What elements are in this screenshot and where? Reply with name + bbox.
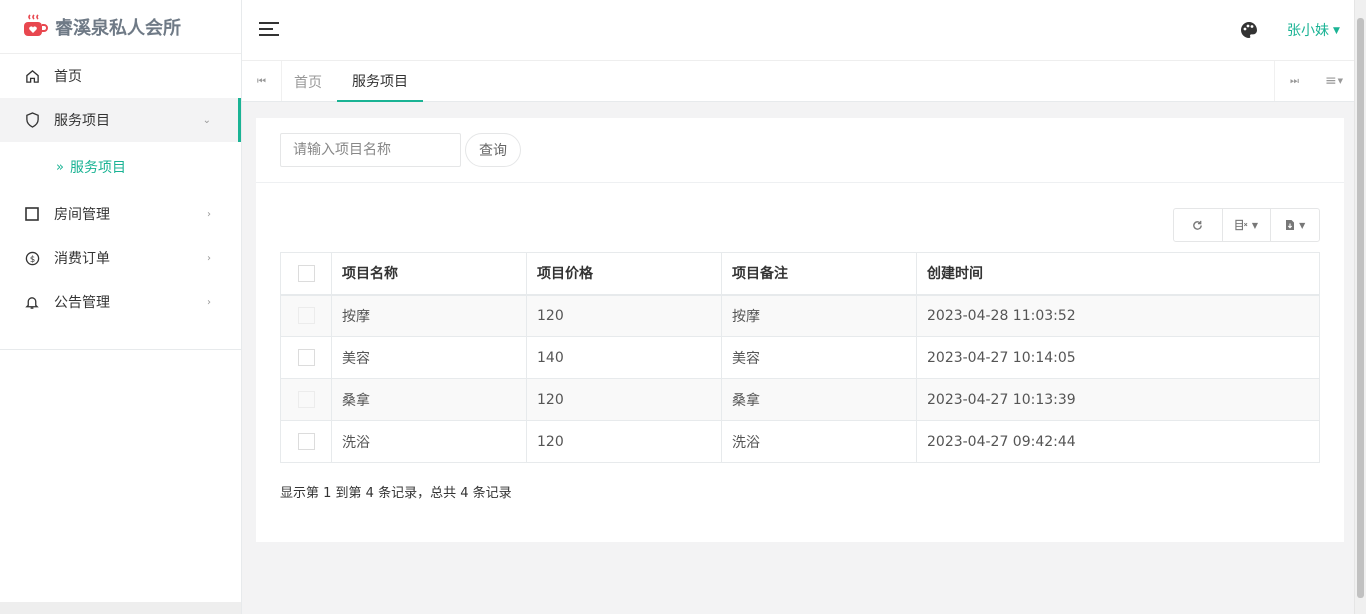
row-checkbox[interactable] — [297, 391, 315, 408]
row-checkbox[interactable] — [297, 307, 315, 325]
tab-home[interactable]: 首页 — [294, 61, 322, 102]
row-select-cell — [280, 336, 332, 379]
search-button[interactable]: 查询 — [465, 133, 521, 167]
sidebar-item-label: 首页 — [54, 69, 82, 85]
row-checkbox[interactable] — [297, 433, 315, 450]
sidebar-item-orders[interactable]: $ 消费订单 › — [0, 236, 241, 280]
sidebar-item-label: 房间管理 — [54, 207, 110, 223]
services-table: 项目名称 项目价格 项目备注 创建时间 按摩 120 按摩 2023-04-28… — [280, 252, 1320, 463]
palette-icon[interactable] — [1240, 21, 1258, 39]
export-icon — [1286, 220, 1295, 230]
caret-down-icon: ▼ — [1299, 220, 1306, 230]
chevron-down-icon: ⌄ — [202, 114, 211, 126]
row-select-cell — [280, 294, 332, 337]
cell-name: 桑拿 — [331, 378, 527, 421]
content-panel: 查询 ▼ ▼ 项目名称 项目价格 项目备注 创建时间 按摩 — [256, 118, 1344, 542]
column-header[interactable]: 项目备注 — [721, 252, 917, 296]
sidebar-footer — [0, 602, 241, 614]
tab-services[interactable]: 服务项目 — [337, 61, 423, 102]
menu-toggle-icon[interactable] — [259, 22, 279, 38]
table-row[interactable]: 美容 140 美容 2023-04-27 10:14:05 — [280, 336, 1320, 379]
columns-icon — [1235, 219, 1248, 231]
sidebar-divider — [0, 349, 241, 350]
export-button[interactable]: ▼ — [1271, 209, 1319, 241]
table-header-row: 项目名称 项目价格 项目备注 创建时间 — [280, 252, 1320, 296]
scrollbar[interactable] — [1354, 0, 1366, 614]
top-navbar: 张小妹 ▼ — [242, 0, 1354, 61]
table-row[interactable]: 桑拿 120 桑拿 2023-04-27 10:13:39 — [280, 378, 1320, 421]
refresh-icon — [1193, 220, 1203, 230]
select-all-cell — [280, 252, 332, 296]
sidebar-item-label: 服务项目 — [54, 113, 110, 129]
sidebar-subitem-label: 服务项目 — [69, 160, 126, 176]
cell-created: 2023-04-27 10:13:39 — [916, 378, 1320, 421]
cell-price: 140 — [526, 336, 722, 379]
sidebar-item-label: 消费订单 — [54, 251, 110, 267]
chevron-right-icon: › — [207, 208, 211, 220]
cell-name: 洗浴 — [331, 420, 527, 463]
column-header[interactable]: 项目名称 — [331, 252, 527, 296]
row-checkbox[interactable] — [297, 349, 315, 366]
refresh-button[interactable] — [1174, 209, 1223, 241]
cell-price: 120 — [526, 294, 722, 337]
shield-icon — [24, 112, 40, 128]
sidebar-item-home[interactable]: 首页 — [0, 54, 241, 98]
pagination-summary: 显示第 1 到第 4 条记录，总共 4 条记录 — [280, 486, 512, 501]
select-all-checkbox[interactable] — [297, 264, 315, 282]
svg-text:$: $ — [29, 253, 34, 263]
cell-price: 120 — [526, 378, 722, 421]
tab-bar: ⏮ 首页 服务项目 ⏭ ≡ ▼ — [242, 61, 1354, 102]
tab-options-icon[interactable]: ≡ ▼ — [1314, 61, 1354, 101]
user-menu[interactable]: 张小妹 ▼ — [1287, 20, 1340, 40]
sidebar-item-services[interactable]: 服务项目 ⌄ — [0, 98, 241, 142]
tab-scroll-left-icon[interactable]: ⏮ — [242, 61, 282, 101]
search-form: 查询 — [256, 118, 1344, 183]
row-select-cell — [280, 420, 332, 463]
column-header[interactable]: 创建时间 — [916, 252, 1320, 296]
coffee-cup-icon — [24, 13, 48, 36]
cell-created: 2023-04-27 10:14:05 — [916, 336, 1320, 379]
table-row[interactable]: 按摩 120 按摩 2023-04-28 11:03:52 — [280, 294, 1320, 337]
cell-note: 美容 — [721, 336, 917, 379]
table-toolbar: ▼ ▼ — [1173, 208, 1320, 242]
home-icon — [24, 68, 40, 84]
columns-button[interactable]: ▼ — [1223, 209, 1272, 241]
chevron-right-icon: › — [207, 296, 211, 308]
tab-scroll-right-icon[interactable]: ⏭ — [1274, 61, 1314, 101]
user-name: 张小妹 — [1287, 23, 1329, 39]
cell-created: 2023-04-27 09:42:44 — [916, 420, 1320, 463]
cell-name: 美容 — [331, 336, 527, 379]
double-chevron-icon: » — [56, 159, 64, 175]
sidebar: 睿溪泉私人会所 首页 服务项目 ⌄ » 服务项目 房间管理 › $ 消费订单 ›… — [0, 0, 242, 614]
app-title: 睿溪泉私人会所 — [55, 17, 181, 39]
sidebar-subitem-services[interactable]: » 服务项目 — [0, 142, 241, 192]
sidebar-item-label: 公告管理 — [54, 295, 110, 311]
column-header[interactable]: 项目价格 — [526, 252, 722, 296]
scrollbar-thumb[interactable] — [1357, 18, 1364, 598]
search-input[interactable] — [280, 133, 461, 167]
logo[interactable]: 睿溪泉私人会所 — [0, 0, 241, 54]
chevron-right-icon: › — [207, 252, 211, 264]
cell-created: 2023-04-28 11:03:52 — [916, 294, 1320, 337]
cell-note: 桑拿 — [721, 378, 917, 421]
caret-down-icon: ▼ — [1333, 26, 1340, 36]
cell-price: 120 — [526, 420, 722, 463]
sidebar-item-rooms[interactable]: 房间管理 › — [0, 192, 241, 236]
caret-down-icon: ▼ — [1251, 220, 1259, 230]
square-icon — [24, 206, 40, 222]
cell-name: 按摩 — [331, 294, 527, 337]
bell-icon — [24, 294, 40, 310]
row-select-cell — [280, 378, 332, 421]
dollar-circle-icon: $ — [24, 250, 40, 266]
cell-note: 按摩 — [721, 294, 917, 337]
sidebar-item-notices[interactable]: 公告管理 › — [0, 280, 241, 324]
cell-note: 洗浴 — [721, 420, 917, 463]
table-row[interactable]: 洗浴 120 洗浴 2023-04-27 09:42:44 — [280, 420, 1320, 463]
